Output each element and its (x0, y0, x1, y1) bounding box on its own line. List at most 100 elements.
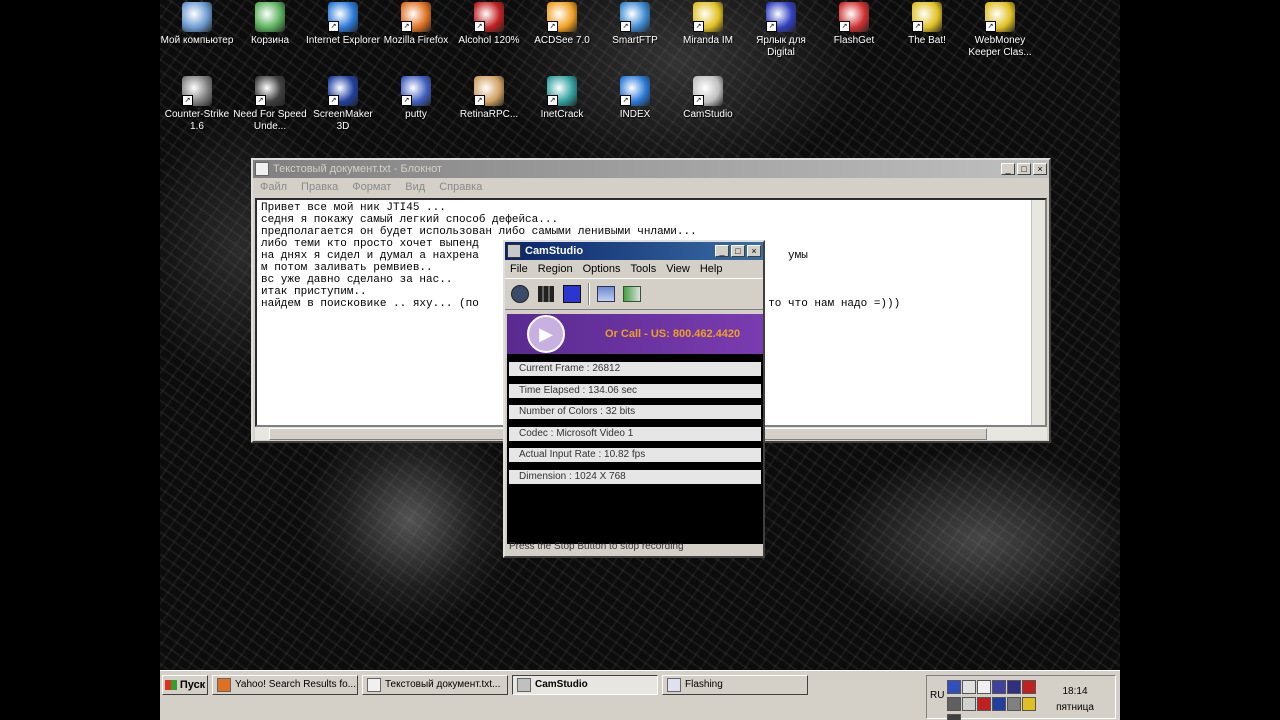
region-button[interactable] (596, 284, 616, 304)
menu-help[interactable]: Справка (432, 181, 489, 193)
tray-icon[interactable] (962, 680, 976, 694)
language-indicator[interactable]: RU (930, 690, 944, 701)
task-label: Yahoo! Search Results fo... (235, 679, 356, 690)
system-tray: RU 18:14 пятница (926, 675, 1116, 720)
shortcut-arrow-icon: ↗ (912, 21, 923, 32)
start-button[interactable]: Пуск (162, 675, 208, 695)
tray-icon[interactable] (947, 680, 961, 694)
desktop-icon[interactable]: ↗ SmartFTP (598, 2, 672, 47)
desktop-icon[interactable]: ↗ ScreenMaker 3D (306, 76, 380, 133)
desktop-icon[interactable]: ↗ The Bat! (890, 2, 964, 47)
menu-tools[interactable]: Tools (626, 263, 662, 275)
menu-options[interactable]: Options (578, 263, 626, 275)
menu-help[interactable]: Help (695, 263, 728, 275)
close-button[interactable]: × (747, 245, 761, 257)
acdsee-icon: ↗ (547, 2, 577, 32)
notepad-titlebar[interactable]: Текстовый документ.txt - Блокнот _ □ × (253, 160, 1049, 178)
desktop-icon-label: Alcohol 120% (458, 35, 520, 46)
camstudio-titlebar[interactable]: CamStudio _ □ × (505, 242, 763, 260)
recycle-bin-icon (255, 2, 285, 32)
text-line: седня я покажу самый легкий способ дефей… (261, 214, 559, 226)
desktop-icon[interactable]: ↗ Alcohol 120% (452, 2, 526, 47)
desktop-icon[interactable]: ↗ Miranda IM (671, 2, 745, 47)
pause-button[interactable] (536, 284, 556, 304)
vertical-scrollbar[interactable] (1031, 200, 1045, 425)
shortcut-arrow-icon: ↗ (401, 21, 412, 32)
menu-edit[interactable]: Правка (294, 181, 345, 193)
desktop-icon[interactable]: Мой компьютер (160, 2, 234, 47)
minimize-button[interactable]: _ (715, 245, 729, 257)
desktop-icon[interactable]: ↗ INDEX (598, 76, 672, 121)
desktop-icon[interactable]: Корзина (233, 2, 307, 47)
taskbar-task[interactable]: Текстовый документ.txt... (362, 675, 508, 695)
desktop-icon[interactable]: ↗ Counter-Strike 1.6 (160, 76, 234, 133)
stat-time-elapsed: Time Elapsed : 134.06 sec (509, 383, 761, 398)
desktop-icon-label: CamStudio (683, 109, 733, 120)
tray-icon[interactable] (992, 680, 1006, 694)
minimize-button[interactable]: _ (1001, 163, 1015, 175)
desktop-icon[interactable]: ↗ InetCrack (525, 76, 599, 121)
menu-view[interactable]: View (661, 263, 695, 275)
tray-icon[interactable] (947, 697, 961, 711)
record-button[interactable] (510, 284, 530, 304)
region-icon (597, 286, 615, 302)
tray-icon[interactable] (1007, 697, 1021, 711)
firefox-icon: ↗ (401, 2, 431, 32)
inetcrack-icon: ↗ (547, 76, 577, 106)
desktop-icon-label: SmartFTP (612, 35, 658, 46)
menu-view[interactable]: Вид (398, 181, 432, 193)
desktop-icon[interactable]: ↗ WebMoney Keeper Clas... (963, 2, 1037, 59)
desktop-icon-label: Корзина (250, 35, 290, 46)
maximize-button[interactable]: □ (731, 245, 745, 257)
tray-icon[interactable] (1022, 680, 1036, 694)
menu-format[interactable]: Формат (345, 181, 398, 193)
desktop-icon[interactable]: ↗ CamStudio (671, 76, 745, 121)
task-icon (367, 678, 381, 692)
close-button[interactable]: × (1033, 163, 1047, 175)
shortcut-arrow-icon: ↗ (620, 21, 631, 32)
tray-icon[interactable] (1007, 680, 1021, 694)
tray-icon[interactable] (947, 714, 961, 720)
toolbar-separator (588, 283, 590, 305)
tray-icon[interactable] (977, 680, 991, 694)
menu-file[interactable]: Файл (253, 181, 294, 193)
menu-file[interactable]: File (505, 263, 533, 275)
stat-current-frame: Current Frame : 26812 (509, 362, 761, 376)
tray-icon[interactable] (1022, 697, 1036, 711)
ie-icon: ↗ (328, 2, 358, 32)
desktop-icon[interactable]: ↗ RetinaRPC... (452, 76, 526, 121)
tray-icon[interactable] (992, 697, 1006, 711)
camstudio-icon: ↗ (693, 76, 723, 106)
stop-button[interactable] (562, 284, 582, 304)
taskbar-task[interactable]: Flashing (662, 675, 808, 695)
taskbar-task[interactable]: Yahoo! Search Results fo... (212, 675, 358, 695)
desktop-icon[interactable]: ↗ Ярлык для Digital (744, 2, 818, 59)
camstudio-banner[interactable]: ▶ Or Call - US: 800.462.4420 (507, 314, 763, 354)
desktop-icon[interactable]: ↗ Mozilla Firefox (379, 2, 453, 47)
taskbar-task[interactable]: CamStudio (512, 675, 658, 695)
task-label: CamStudio (535, 679, 588, 690)
flashget-icon: ↗ (839, 2, 869, 32)
tray-icon[interactable] (977, 697, 991, 711)
camstudio-toolbar (505, 278, 763, 310)
desktop-icon-label: Мой компьютер (160, 35, 234, 46)
desktop-icon[interactable]: ↗ Need For Speed Unde... (233, 76, 307, 133)
maximize-button[interactable]: □ (1017, 163, 1031, 175)
pause-icon (538, 286, 554, 302)
shortcut-arrow-icon: ↗ (985, 21, 996, 32)
desktop-icon[interactable]: ↗ ACDSee 7.0 (525, 2, 599, 47)
desktop-icon[interactable]: ↗ putty (379, 76, 453, 121)
stat-input-rate: Actual Input Rate : 10.82 fps (509, 448, 761, 462)
menu-region[interactable]: Region (533, 263, 578, 275)
clock[interactable]: 18:14 пятница (1045, 684, 1105, 716)
desktop-icon[interactable]: ↗ FlashGet (817, 2, 891, 47)
play-icon: ▶ (527, 315, 565, 353)
desktop-icon[interactable]: ↗ Internet Explorer (306, 2, 380, 47)
annotation-button[interactable] (622, 284, 642, 304)
stop-icon (563, 285, 581, 303)
the-bat-icon: ↗ (912, 2, 942, 32)
tray-icon[interactable] (962, 697, 976, 711)
taskbar: Пуск Yahoo! Search Results fo... Текстовы… (160, 670, 1120, 720)
digital-icon: ↗ (766, 2, 796, 32)
shortcut-arrow-icon: ↗ (620, 95, 631, 106)
